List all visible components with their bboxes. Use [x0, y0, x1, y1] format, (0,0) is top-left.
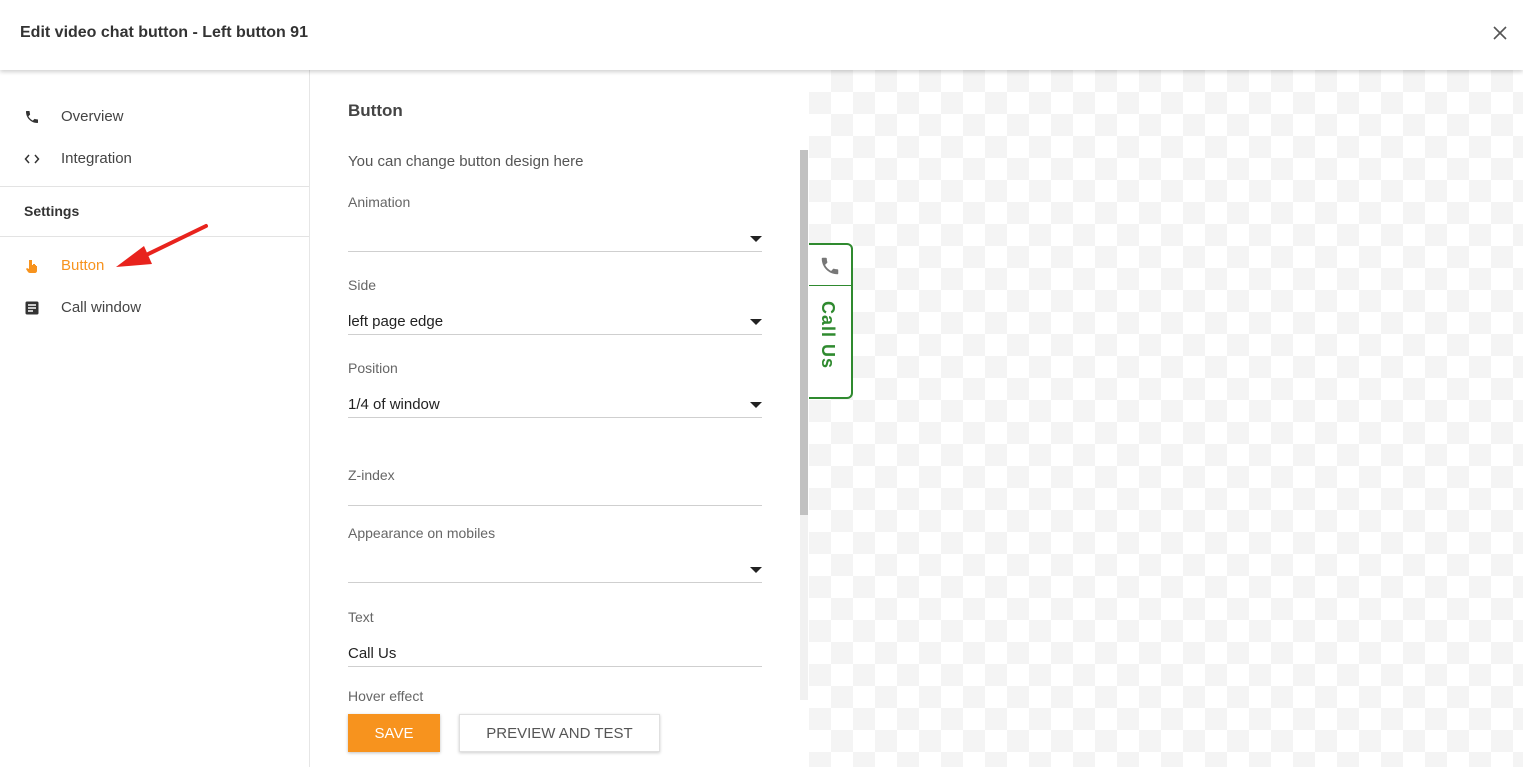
field-label: Appearance on mobiles	[348, 525, 496, 541]
field-underline	[348, 582, 762, 583]
field-underline	[348, 666, 762, 667]
chevron-down-icon	[750, 402, 762, 408]
field-label: Position	[348, 360, 398, 376]
sidebar-divider	[0, 186, 309, 187]
field-label: Side	[348, 277, 377, 293]
form-actions: SAVE PREVIEW AND TEST	[310, 702, 800, 767]
widget-label: Call Us	[818, 301, 838, 370]
field-underline	[348, 334, 762, 335]
sidebar-item-label: Overview	[61, 108, 124, 125]
side-select[interactable]: Side left page edge	[348, 277, 762, 337]
form-description: You can change button design here	[348, 153, 584, 170]
dialog-header: Edit video chat button - Left button 91	[0, 0, 1523, 70]
form-scrollbar[interactable]	[800, 150, 808, 700]
hover-effect-field[interactable]: Hover effect	[348, 688, 762, 702]
z-index-input[interactable]: Z-index	[348, 467, 762, 507]
chevron-down-icon	[750, 319, 762, 325]
form-heading: Button	[348, 101, 403, 120]
scrollbar-thumb[interactable]	[800, 150, 808, 515]
field-label: Hover effect	[348, 688, 424, 702]
sidebar-item-label: Integration	[61, 150, 132, 167]
sidebar-item-integration[interactable]: Integration	[0, 141, 309, 177]
animation-select[interactable]: Animation	[348, 194, 762, 254]
sidebar-item-label: Button	[61, 257, 105, 274]
appearance-on-mobiles-select[interactable]: Appearance on mobiles	[348, 525, 762, 585]
field-label: Text	[348, 609, 374, 625]
call-us-widget[interactable]: Call Us	[809, 243, 853, 399]
sidebar-item-overview[interactable]: Overview	[0, 99, 309, 135]
field-value: left page edge	[348, 313, 444, 330]
settings-form: Button You can change button design here…	[310, 70, 808, 767]
text-input[interactable]: Text Call Us	[348, 609, 762, 669]
field-value: Call Us	[348, 645, 397, 662]
sidebar-item-call-window[interactable]: Call window	[0, 290, 309, 326]
phone-icon	[24, 109, 40, 125]
widget-divider	[809, 285, 851, 286]
close-icon[interactable]	[1488, 21, 1512, 45]
field-underline	[348, 251, 762, 252]
annotation-arrow-icon	[116, 224, 208, 267]
field-value: 1/4 of window	[348, 396, 440, 413]
sidebar-section-title: Settings	[24, 203, 80, 219]
chevron-down-icon	[750, 567, 762, 573]
sidebar: Overview Integration Settings Button Cal…	[0, 70, 310, 767]
chevron-down-icon	[750, 236, 762, 242]
sidebar-item-label: Call window	[61, 299, 142, 316]
hand-pointer-icon	[24, 258, 40, 274]
code-icon	[24, 151, 40, 167]
field-label: Z-index	[348, 467, 395, 483]
field-label: Animation	[348, 194, 411, 210]
save-button[interactable]: SAVE	[348, 714, 440, 752]
field-underline	[348, 505, 762, 506]
document-icon	[24, 300, 40, 316]
preview-and-test-button[interactable]: PREVIEW AND TEST	[459, 714, 660, 752]
button-preview-area: Call Us	[809, 70, 1523, 767]
phone-icon	[819, 255, 841, 277]
field-underline	[348, 417, 762, 418]
dialog-title: Edit video chat button - Left button 91	[20, 24, 308, 41]
position-select[interactable]: Position 1/4 of window	[348, 360, 762, 420]
